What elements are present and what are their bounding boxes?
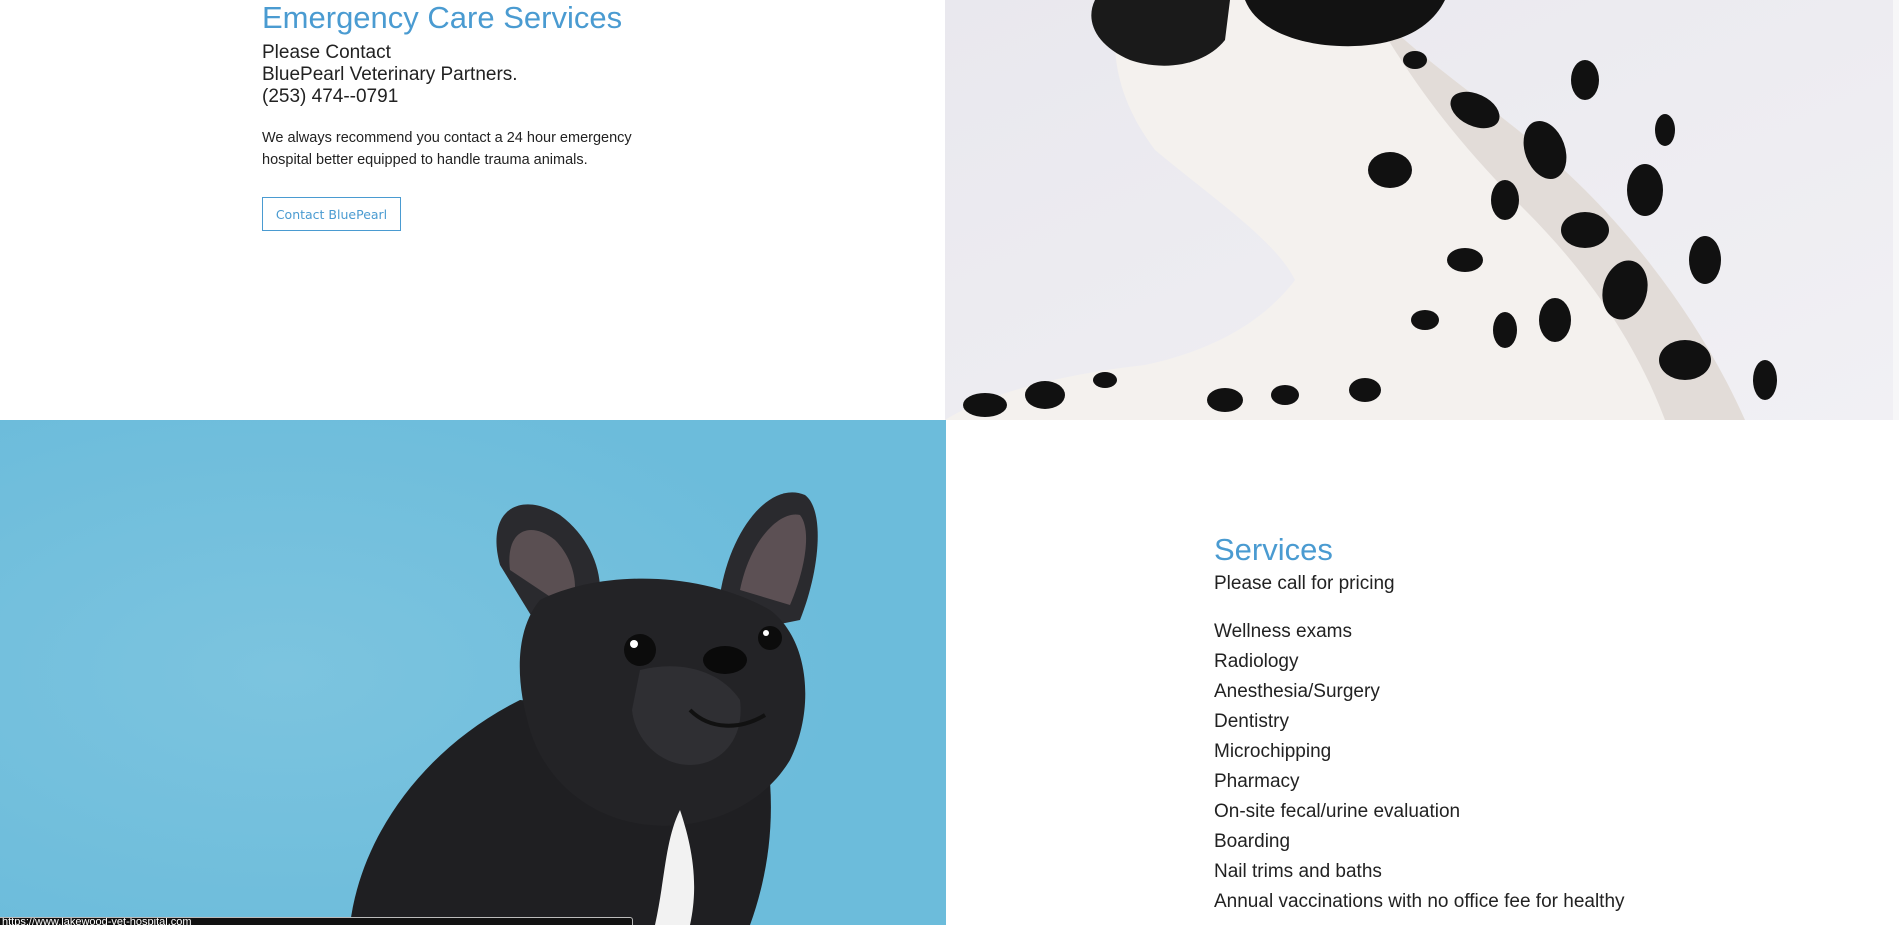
service-item: Anesthesia/Surgery: [1214, 681, 1380, 702]
service-item: On-site fecal/urine evaluation: [1214, 801, 1461, 822]
emergency-note: We always recommend you contact a 24 hou…: [262, 130, 632, 168]
service-item: Microchipping: [1214, 741, 1332, 762]
service-item: Pharmacy: [1214, 771, 1300, 792]
services-section: Services Please call for pricing Wellnes…: [946, 420, 1899, 925]
services-subtitle: Please call for pricing: [1214, 573, 1395, 594]
contact-phone: (253) 474--0791: [262, 86, 399, 107]
service-item: Radiology: [1214, 651, 1299, 672]
page: Emergency Care Services Please Contact B…: [0, 0, 1899, 925]
emergency-contact-block: Please Contact BluePearl Veterinary Part…: [262, 42, 518, 108]
service-item: Nail trims and baths: [1214, 861, 1382, 882]
services-list: Wellness exams Radiology Anesthesia/Surg…: [1214, 617, 1625, 917]
service-item: Wellness exams: [1214, 621, 1352, 642]
contact-line: BluePearl Veterinary Partners.: [262, 64, 518, 85]
services-title: Services: [1214, 532, 1333, 567]
emergency-care-section: Emergency Care Services Please Contact B…: [0, 0, 945, 420]
contact-bluepearl-button[interactable]: Contact BluePearl: [262, 197, 401, 231]
browser-status-bar: https://www.lakewood-vet-hospital.com: [0, 917, 633, 925]
french-bulldog-photo: [0, 420, 946, 925]
dalmatian-photo: [945, 0, 1899, 420]
service-item: Dentistry: [1214, 711, 1289, 732]
service-item: Annual vaccinations with no office fee f…: [1214, 891, 1625, 912]
contact-line: Please Contact: [262, 42, 391, 63]
service-item: Boarding: [1214, 831, 1291, 852]
emergency-care-title: Emergency Care Services: [262, 0, 623, 35]
status-bar-url: https://www.lakewood-vet-hospital.com: [2, 917, 192, 925]
